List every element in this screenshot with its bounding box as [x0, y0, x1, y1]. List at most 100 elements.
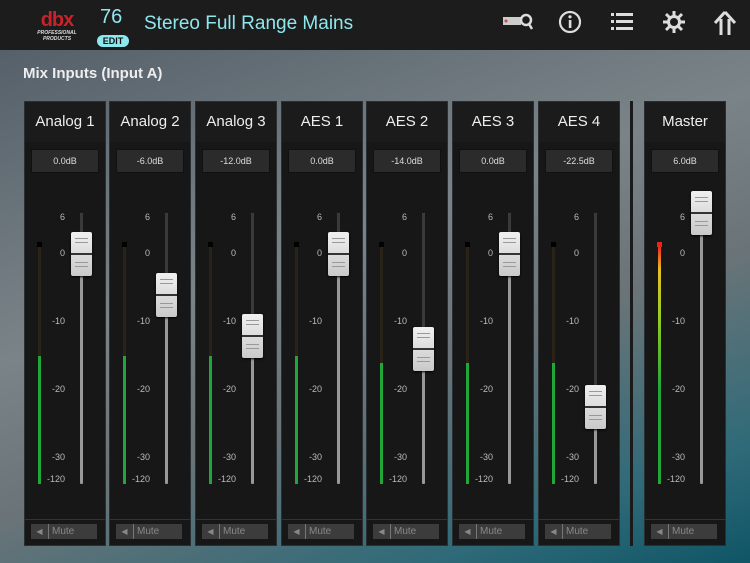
meter-fill: [209, 356, 212, 484]
scale-tick: -120: [666, 474, 685, 484]
edit-button[interactable]: EDIT: [97, 35, 129, 47]
gain-value-field[interactable]: 6.0dB: [651, 149, 719, 173]
level-meter: [551, 242, 556, 484]
mute-label: Mute: [223, 526, 246, 537]
scale-tick: 6: [59, 212, 65, 222]
level-meter: [122, 242, 127, 484]
peak-indicator: [37, 242, 42, 247]
gain-value-field[interactable]: -22.5dB: [545, 149, 613, 173]
scale-tick: -30: [308, 452, 322, 462]
mute-bar: ◀ Mute: [110, 519, 190, 545]
mute-bar: ◀ Mute: [196, 519, 276, 545]
device-search-icon[interactable]: [502, 10, 534, 40]
scale-tick: -20: [565, 384, 579, 394]
mute-button[interactable]: ◀ Mute: [288, 524, 354, 539]
scale-tick: 6: [230, 212, 236, 222]
dbx-logo: dbx PROFESSIONAL PRODUCTS: [26, 10, 88, 42]
meter-fill: [466, 362, 469, 484]
mute-label: Mute: [672, 526, 695, 537]
gain-value-field[interactable]: 0.0dB: [459, 149, 527, 173]
speaker-icon: ◀: [288, 524, 306, 539]
mute-bar: ◀ Mute: [367, 519, 447, 545]
info-icon[interactable]: [555, 10, 585, 40]
section-title: Mix Inputs (Input A): [23, 65, 163, 82]
peak-indicator: [208, 242, 213, 247]
scale-tick: -10: [308, 316, 322, 326]
scale-tick: -30: [671, 452, 685, 462]
mute-label: Mute: [480, 526, 503, 537]
mute-bar: ◀ Mute: [282, 519, 362, 545]
gear-icon[interactable]: [659, 10, 689, 40]
gain-value-field[interactable]: -14.0dB: [373, 149, 441, 173]
scale-tick: 0: [679, 248, 685, 258]
gain-value-field[interactable]: -6.0dB: [116, 149, 184, 173]
channel-strip: AES 2 -14.0dB 6 0 -10 -20 -30 -120 ◀ Mute: [366, 101, 448, 546]
fader-knob[interactable]: [156, 272, 177, 317]
meter-fill: [295, 356, 298, 484]
level-meter: [294, 242, 299, 484]
scale-tick: 0: [401, 248, 407, 258]
scale-tick: 0: [316, 248, 322, 258]
speaker-icon: ◀: [116, 524, 134, 539]
scale-tick: 6: [679, 212, 685, 222]
mute-button[interactable]: ◀ Mute: [545, 524, 611, 539]
level-meter: [208, 242, 213, 484]
speaker-icon: ◀: [459, 524, 477, 539]
mute-label: Mute: [52, 526, 75, 537]
scale-tick: 6: [487, 212, 493, 222]
scale-tick: -10: [479, 316, 493, 326]
scale-tick: 6: [573, 212, 579, 222]
scale-tick: -20: [136, 384, 150, 394]
scale-tick: -20: [308, 384, 322, 394]
gain-value-field[interactable]: 0.0dB: [288, 149, 356, 173]
fader-knob[interactable]: [71, 232, 92, 276]
mute-button[interactable]: ◀ Mute: [116, 524, 182, 539]
scale-tick: -20: [222, 384, 236, 394]
fader-track-upper: [422, 213, 425, 330]
scale-tick: -120: [474, 474, 493, 484]
home-icon[interactable]: [710, 10, 740, 40]
scale-tick: -120: [388, 474, 407, 484]
channel-name: Analog 3: [196, 102, 276, 142]
channel-name: AES 4: [539, 102, 619, 142]
channel-name: AES 3: [453, 102, 533, 142]
mute-button[interactable]: ◀ Mute: [202, 524, 268, 539]
channel-strip: AES 3 0.0dB 6 0 -10 -20 -30 -120 ◀ Mute: [452, 101, 534, 546]
scale-tick: 0: [573, 248, 579, 258]
scale-tick: -120: [131, 474, 150, 484]
fader-knob[interactable]: [585, 385, 606, 429]
scale-tick: -10: [222, 316, 236, 326]
mute-button[interactable]: ◀ Mute: [373, 524, 439, 539]
master-strip: Master 6.0dB 6 0 -10 -20 -30 -120 ◀ Mute: [644, 101, 726, 546]
gain-value-field[interactable]: 0.0dB: [31, 149, 99, 173]
speaker-icon: ◀: [202, 524, 220, 539]
gain-value-field[interactable]: -12.0dB: [202, 149, 270, 173]
peak-indicator: [122, 242, 127, 247]
fader-track-upper: [594, 213, 597, 387]
fader-knob[interactable]: [691, 191, 712, 235]
preset-number: 76: [100, 6, 123, 28]
fader-knob[interactable]: [242, 313, 263, 358]
channel-name: AES 1: [282, 102, 362, 142]
channel-name: Analog 1: [25, 102, 105, 142]
scale-tick: -120: [303, 474, 322, 484]
fader-knob[interactable]: [328, 232, 349, 276]
mute-button[interactable]: ◀ Mute: [31, 524, 97, 539]
fader-knob[interactable]: [413, 327, 434, 372]
mute-bar: ◀ Mute: [25, 519, 105, 545]
fader-track-upper: [337, 213, 340, 234]
peak-indicator: [294, 242, 299, 247]
mute-bar: ◀ Mute: [539, 519, 619, 545]
mute-button[interactable]: ◀ Mute: [459, 524, 525, 539]
scale-tick: -30: [51, 452, 65, 462]
meter-fill: [38, 356, 41, 484]
fader-knob[interactable]: [499, 232, 520, 276]
scale-tick: -120: [560, 474, 579, 484]
scale-tick: -120: [46, 474, 65, 484]
mute-bar: ◀ Mute: [453, 519, 533, 545]
mute-button[interactable]: ◀ Mute: [651, 524, 717, 539]
scale-tick: -10: [136, 316, 150, 326]
list-icon[interactable]: [607, 10, 637, 40]
mute-label: Mute: [309, 526, 332, 537]
scale-tick: 0: [59, 248, 65, 258]
